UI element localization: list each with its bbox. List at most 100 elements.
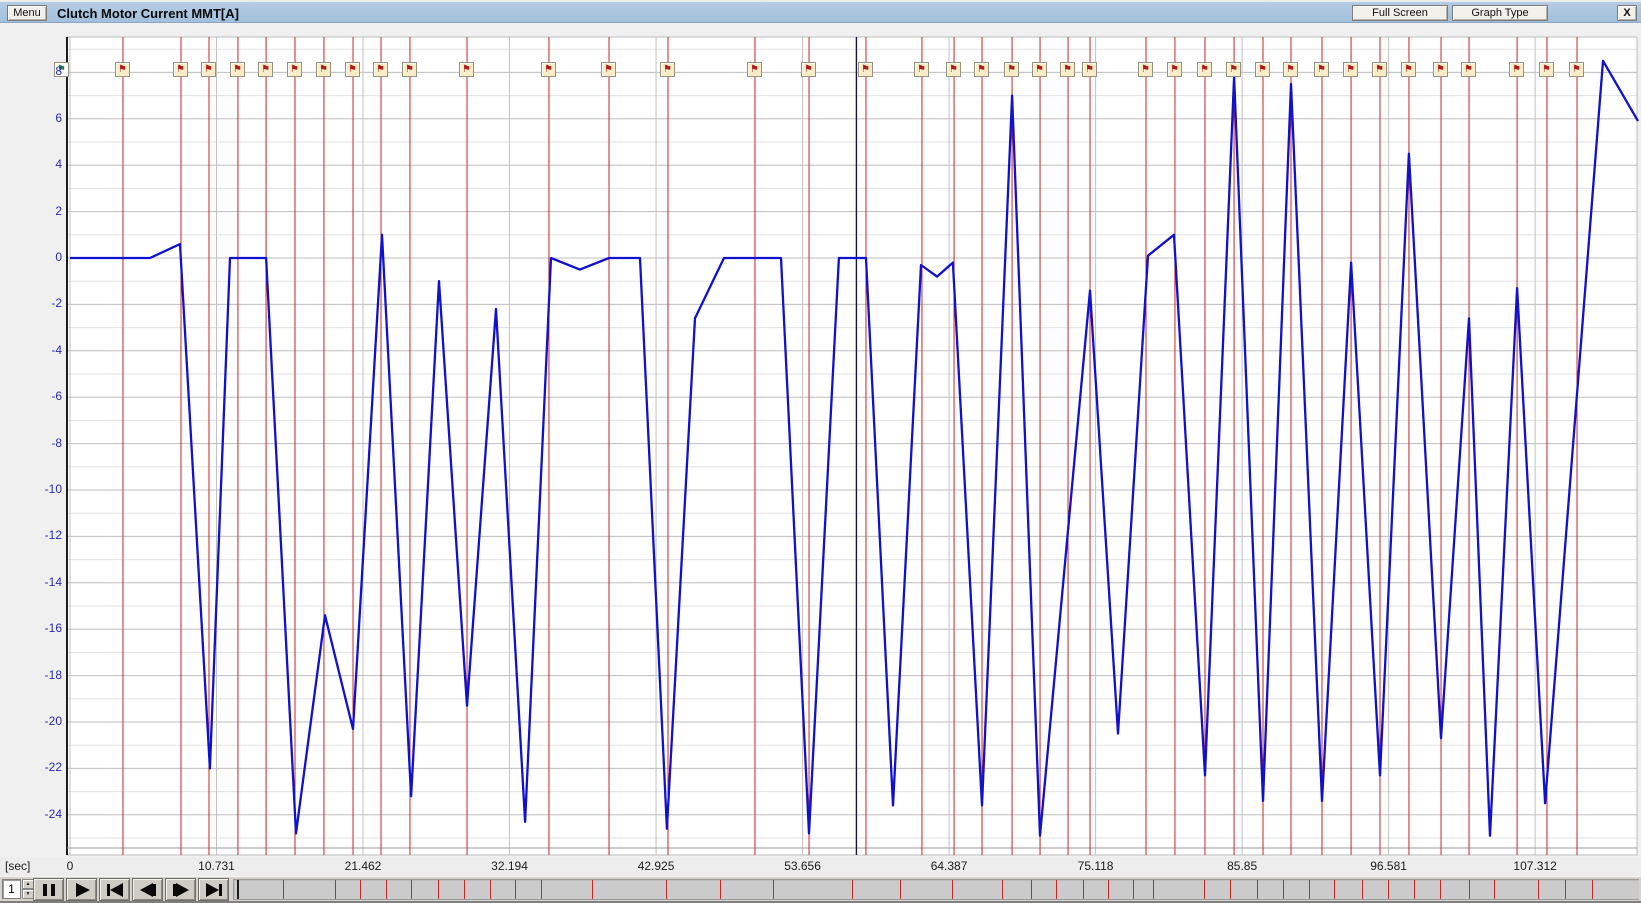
pause-button[interactable] [33,878,64,901]
menu-button[interactable]: Menu [7,5,47,21]
step-back-icon [138,883,158,897]
x-tick-label: 53.656 [773,859,833,873]
timeline-scrubber[interactable] [233,879,1639,900]
timeline-event-tick [1388,880,1389,899]
y-tick-label: -2 [20,296,62,310]
timeline-event-tick [852,880,853,899]
event-flag-icon[interactable]: ⚑ [946,62,961,77]
timeline-event-tick [541,880,542,899]
event-flag-icon[interactable]: ⚑ [1082,62,1097,77]
event-flag-icon[interactable]: ⚑ [747,62,762,77]
timeline-event-tick [1002,880,1003,899]
chart-area: ⚑⚑⚑⚑⚑⚑⚑⚑⚑⚑⚑⚑⚑⚑⚑⚑⚑⚑⚑⚑⚑⚑⚑⚑⚑⚑⚑⚑⚑⚑⚑⚑⚑⚑⚑⚑⚑⚑⚑⚑… [0,23,1641,857]
timeline-event-tick [283,880,284,899]
timeline-event-tick [1056,880,1057,899]
timeline-event-tick [1204,880,1205,899]
event-flag-icon[interactable]: ⚑ [801,62,816,77]
event-flag-icon[interactable]: ⚑ [1255,62,1270,77]
event-flag-icon[interactable]: ⚑ [173,62,188,77]
y-tick-label: -12 [20,528,62,542]
skip-to-end-button[interactable] [198,878,229,901]
event-flag-icon[interactable]: ⚑ [1461,62,1476,77]
graph-type-button[interactable]: Graph Type [1452,5,1548,21]
event-flag-icon[interactable]: ⚑ [541,62,556,77]
timeline-event-tick [1334,880,1335,899]
event-flag-icon[interactable]: ⚑ [287,62,302,77]
event-flag-icon[interactable]: ⚑ [258,62,273,77]
event-flag-icon[interactable]: ⚑ [345,62,360,77]
plot-background [67,37,1637,855]
event-flag-icon[interactable]: ⚑ [373,62,388,77]
play-icon [72,883,92,897]
step-forward-button[interactable] [165,878,196,901]
timeline-event-tick [1592,880,1593,899]
pause-icon [39,883,59,897]
event-flag-icon[interactable]: ⚑ [1167,62,1182,77]
y-tick-label: -22 [20,760,62,774]
x-tick-label: 64.387 [919,859,979,873]
event-flag-icon[interactable]: ⚑ [858,62,873,77]
play-button[interactable] [66,878,97,901]
title-bar: Menu Clutch Motor Current MMT[A] Full Sc… [0,0,1641,23]
event-flag-icon[interactable]: ⚑ [660,62,675,77]
event-flag-icon[interactable]: ⚑ [1226,62,1241,77]
event-flag-icon[interactable]: ⚑ [1343,62,1358,77]
close-button[interactable]: X [1617,5,1637,21]
event-flag-icon[interactable]: ⚑ [1004,62,1019,77]
application-window: Menu Clutch Motor Current MMT[A] Full Sc… [0,0,1641,903]
event-flag-icon[interactable]: ⚑ [1509,62,1524,77]
event-flag-icon[interactable]: ⚑ [1569,62,1584,77]
event-flag-icon[interactable]: ⚑ [1283,62,1298,77]
event-flag-icon[interactable]: ⚑ [974,62,989,77]
timeline-position-cursor[interactable] [237,880,239,899]
y-tick-label: -4 [20,343,62,357]
event-flag-icon[interactable]: ⚑ [1138,62,1153,77]
event-flag-icon[interactable]: ⚑ [1032,62,1047,77]
step-back-button[interactable] [132,878,163,901]
event-flag-icon[interactable]: ⚑ [1372,62,1387,77]
y-tick-label: -14 [20,575,62,589]
event-flag-icon[interactable]: ⚑ [1539,62,1554,77]
skip-to-end-icon [204,883,224,897]
timeline-event-tick [464,880,465,899]
timeline-event-tick [900,880,901,899]
timeline-event-tick [386,880,387,899]
y-tick-label: -16 [20,621,62,635]
y-tick-label: -10 [20,482,62,496]
timeline-event-tick [1362,880,1363,899]
event-flag-icon[interactable]: ⚑ [914,62,929,77]
step-forward-icon [171,883,191,897]
timeline-event-tick [360,880,361,899]
event-flag-icon[interactable]: ⚑ [402,62,417,77]
event-flag-icon[interactable]: ⚑ [1433,62,1448,77]
x-tick-label: 96.581 [1359,859,1419,873]
y-tick-label: -20 [20,714,62,728]
timeline-event-tick [1565,880,1566,899]
timeline-event-tick [1283,880,1284,899]
event-flag-icon[interactable]: ⚑ [316,62,331,77]
x-tick-label: 0 [40,859,100,873]
event-flag-icon[interactable]: ⚑ [201,62,216,77]
timeline-event-tick [411,880,412,899]
timeline-event-tick [1108,880,1109,899]
event-flag-icon[interactable]: ⚑ [1401,62,1416,77]
x-tick-label: 107.312 [1505,859,1565,873]
x-tick-label: 75.118 [1066,859,1126,873]
interval-input[interactable]: 1 [2,879,21,899]
event-flag-icon[interactable]: ⚑ [601,62,616,77]
window-title: Clutch Motor Current MMT[A] [57,6,239,21]
full-screen-button[interactable]: Full Screen [1352,5,1448,21]
skip-to-start-button[interactable] [99,878,130,901]
current-chart[interactable] [0,23,1641,857]
timeline-event-tick [1414,880,1415,899]
event-flag-icon[interactable]: ⚑ [459,62,474,77]
event-flag-icon[interactable]: ⚑ [1314,62,1329,77]
event-flag-icon[interactable]: ⚑ [1060,62,1075,77]
x-tick-label: 85.85 [1212,859,1272,873]
event-flag-icon[interactable]: ⚑ [1197,62,1212,77]
y-tick-label: 6 [20,111,62,125]
event-flag-icon[interactable]: ⚑ [115,62,130,77]
event-flag-icon[interactable]: ⚑ [230,62,245,77]
timeline-event-tick [515,880,516,899]
timeline-event-tick [1133,880,1134,899]
